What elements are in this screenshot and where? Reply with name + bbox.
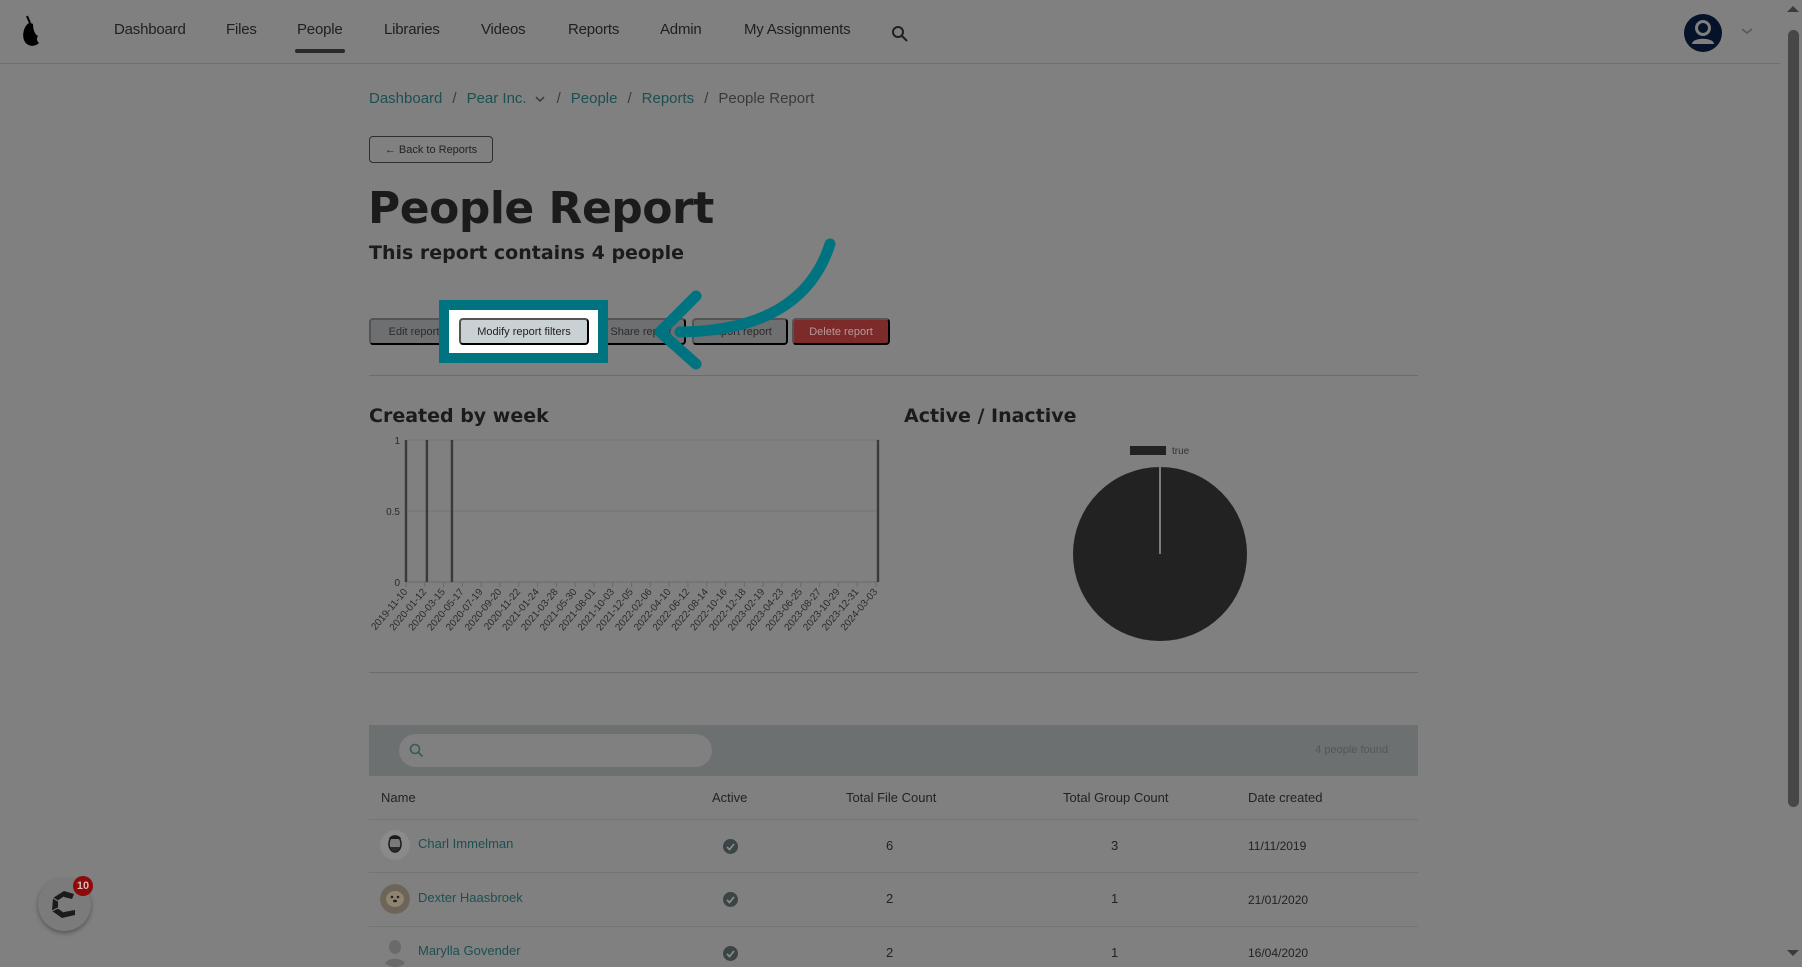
section-divider (369, 672, 1418, 673)
scrollbar-thumb[interactable] (1788, 30, 1799, 807)
chevron-down-icon[interactable] (1740, 26, 1754, 36)
active-check-icon (723, 946, 738, 961)
person-name-link[interactable]: Charl Immelman (418, 836, 513, 851)
scroll-down-arrow-icon[interactable] (1787, 950, 1799, 956)
search-icon (409, 743, 424, 758)
page-title: People Report (368, 183, 714, 234)
pear-logo-icon[interactable] (18, 14, 44, 48)
breadcrumb-org[interactable]: Pear Inc. (467, 90, 527, 107)
created-by-week-title: Created by week (369, 405, 549, 427)
person-name-link[interactable]: Marylla Govender (418, 943, 521, 958)
group-count: 1 (1111, 945, 1119, 960)
row-divider (369, 926, 1418, 927)
group-count: 3 (1111, 838, 1119, 853)
user-avatar-icon[interactable] (1684, 14, 1722, 52)
modify-report-filters-button[interactable]: Modify report filters (459, 318, 589, 345)
nav-libraries[interactable]: Libraries (384, 21, 440, 38)
active-check-icon (723, 839, 738, 854)
nav-admin[interactable]: Admin (660, 21, 702, 38)
breadcrumb-separator: / (556, 90, 561, 107)
person-name-link[interactable]: Dexter Haasbroek (418, 890, 523, 905)
date-created: 21/01/2020 (1248, 893, 1309, 907)
breadcrumb-separator: / (452, 90, 457, 107)
avatar (380, 830, 410, 860)
breadcrumb: Dashboard / Pear Inc. / People / Reports… (369, 90, 814, 107)
column-header-date-created[interactable]: Date created (1248, 790, 1322, 805)
group-count: 1 (1111, 891, 1119, 906)
avatar (384, 940, 406, 967)
legend-swatch (1130, 446, 1166, 455)
column-header-group-count[interactable]: Total Group Count (1063, 790, 1169, 805)
nav-files[interactable]: Files (226, 21, 257, 38)
notification-badge: 10 (73, 876, 93, 896)
active-inactive-pie-chart: true (1073, 446, 1247, 641)
date-created: 16/04/2020 (1248, 946, 1309, 960)
back-to-reports-button[interactable]: ← Back to Reports (369, 136, 493, 163)
legend-label: true (1172, 446, 1190, 457)
nav-reports[interactable]: Reports (568, 21, 619, 38)
nav-videos[interactable]: Videos (481, 21, 526, 38)
page-subtitle: This report contains 4 people (369, 242, 684, 264)
top-navigation: Dashboard Files People Libraries Videos … (0, 0, 1780, 64)
bar (425, 440, 429, 582)
scroll-up-arrow-icon[interactable] (1787, 6, 1799, 12)
annotation-arrow-icon (654, 238, 836, 370)
active-inactive-title: Active / Inactive (904, 405, 1077, 427)
breadcrumb-reports[interactable]: Reports (642, 90, 695, 107)
file-count: 6 (886, 838, 894, 853)
results-count: 4 people found (1315, 744, 1388, 756)
avatar (380, 884, 410, 914)
section-divider (369, 375, 1418, 376)
column-header-file-count[interactable]: Total File Count (846, 790, 936, 805)
y-tick-label: 1 (394, 436, 400, 447)
bar (404, 440, 408, 582)
nav-people[interactable]: People (295, 21, 345, 53)
y-tick-label: 0.5 (386, 507, 400, 518)
table-toolbar: 4 people found (369, 725, 1418, 776)
row-divider (369, 872, 1418, 873)
date-created: 11/11/2019 (1248, 839, 1307, 853)
file-count: 2 (886, 945, 894, 960)
bar (876, 440, 880, 582)
breadcrumb-dashboard[interactable]: Dashboard (369, 90, 442, 107)
bar (450, 440, 454, 582)
column-header-active[interactable]: Active (712, 790, 747, 805)
breadcrumb-separator: / (627, 90, 632, 107)
y-tick-label: 0 (394, 578, 400, 589)
breadcrumb-separator: / (704, 90, 709, 107)
chevron-down-icon[interactable] (535, 95, 545, 103)
nav-dashboard[interactable]: Dashboard (114, 21, 186, 38)
breadcrumb-current: People Report (718, 90, 815, 107)
search-icon[interactable] (891, 25, 909, 43)
breadcrumb-people[interactable]: People (571, 90, 618, 107)
file-count: 2 (886, 891, 894, 906)
people-search-input[interactable] (399, 734, 712, 767)
header-divider (369, 819, 1418, 820)
created-by-week-chart: 00.512019-11-102020-01-122020-03-152020-… (370, 436, 880, 633)
active-check-icon (723, 892, 738, 907)
nav-my-assignments[interactable]: My Assignments (744, 21, 851, 38)
column-header-name[interactable]: Name (381, 790, 416, 805)
